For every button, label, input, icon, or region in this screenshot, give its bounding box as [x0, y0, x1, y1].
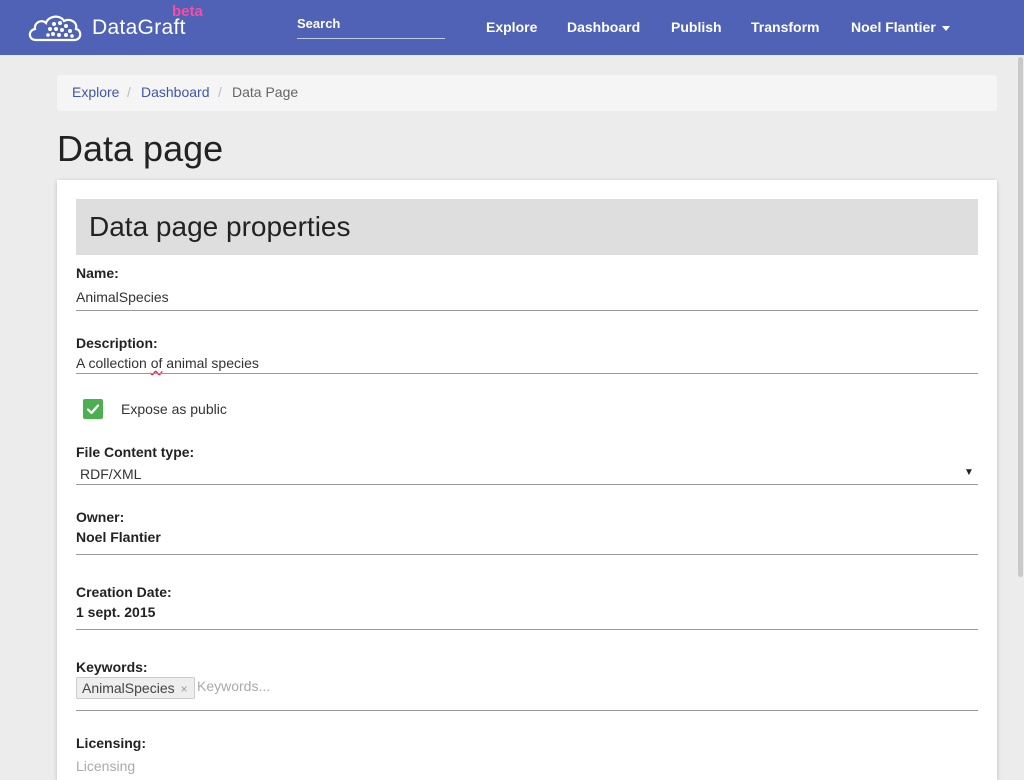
card-header: Data page properties — [76, 199, 978, 255]
breadcrumb-dashboard[interactable]: Dashboard — [141, 84, 210, 100]
content-type-select[interactable]: RDF/XML — [80, 466, 141, 482]
checkmark-icon — [86, 404, 100, 415]
name-field[interactable]: AnimalSpecies — [76, 289, 169, 305]
keywords-underline — [76, 710, 978, 711]
owner-value: Noel Flantier — [76, 529, 161, 545]
beta-badge: beta — [172, 3, 203, 20]
public-checkbox-label[interactable]: Expose as public — [121, 401, 227, 417]
scrollbar-thumb[interactable] — [1018, 57, 1023, 577]
breadcrumb-explore[interactable]: Explore — [72, 84, 119, 100]
brand-logo[interactable]: DataGraft — [26, 10, 186, 46]
creation-date-label: Creation Date: — [76, 584, 172, 600]
search-input[interactable] — [297, 14, 445, 31]
page-scrollbar[interactable] — [1016, 55, 1024, 768]
name-label: Name: — [76, 265, 119, 281]
keywords-input[interactable] — [197, 678, 397, 694]
name-underline — [76, 310, 978, 311]
licensing-input[interactable] — [76, 758, 376, 774]
content-type-label: File Content type: — [76, 444, 195, 460]
nav-explore[interactable]: Explore — [486, 19, 537, 35]
remove-tag-icon[interactable]: × — [181, 682, 188, 696]
licensing-label: Licensing: — [76, 735, 147, 751]
card-title: Data page properties — [89, 211, 351, 242]
user-menu[interactable]: Noel Flantier — [851, 19, 950, 35]
nav-transform[interactable]: Transform — [751, 19, 819, 35]
search-box — [297, 14, 445, 39]
top-navbar: DataGraft beta Explore Dashboard Publish… — [0, 0, 1024, 55]
breadcrumb-separator: / — [127, 84, 131, 100]
spellcheck-word: of — [150, 355, 163, 371]
description-underline — [76, 373, 978, 374]
owner-label: Owner: — [76, 509, 125, 525]
keyword-tag: AnimalSpecies × — [76, 677, 195, 699]
description-text: animal species — [162, 355, 259, 371]
description-text: A collection — [76, 355, 151, 371]
breadcrumb-current: Data Page — [232, 84, 299, 100]
owner-underline — [76, 554, 978, 555]
properties-card: Data page properties Name: AnimalSpecies… — [57, 180, 997, 780]
breadcrumb: Explore / Dashboard / Data Page — [57, 75, 997, 111]
description-label: Description: — [76, 335, 158, 351]
public-checkbox[interactable] — [83, 399, 103, 419]
nav-dashboard[interactable]: Dashboard — [567, 19, 640, 35]
cloud-network-icon — [26, 12, 84, 44]
breadcrumb-separator: / — [218, 84, 222, 100]
description-field[interactable]: A collection of animal species — [76, 355, 259, 371]
dropdown-arrow-icon[interactable]: ▼ — [964, 467, 974, 478]
creation-date-value: 1 sept. 2015 — [76, 604, 156, 620]
user-name: Noel Flantier — [851, 19, 936, 35]
creation-date-underline — [76, 629, 978, 630]
nav-publish[interactable]: Publish — [671, 19, 722, 35]
keyword-tag-label: AnimalSpecies — [82, 680, 175, 696]
page-title: Data page — [57, 128, 224, 169]
content-type-underline — [76, 484, 978, 485]
keywords-label: Keywords: — [76, 659, 148, 675]
caret-down-icon — [941, 25, 950, 31]
